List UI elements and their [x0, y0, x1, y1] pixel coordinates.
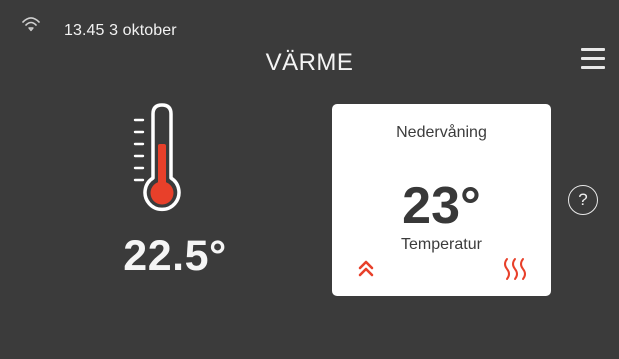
current-temperature-value: 22.5°: [123, 232, 227, 280]
hamburger-menu-icon[interactable]: [577, 46, 609, 72]
wifi-icon: [22, 17, 40, 32]
thermometer-icon: [133, 103, 181, 212]
heating-screen: 13.45 3 oktober VÄRME 22.5° Nedervåning …: [0, 0, 619, 359]
zone-name: Nedervåning: [396, 124, 487, 141]
zone-temperature-card[interactable]: Nedervåning 23° Temperatur: [332, 104, 551, 296]
page-title: VÄRME: [265, 49, 354, 76]
zone-temperature-label: Temperatur: [401, 236, 482, 253]
double-chevron-up-icon: [358, 260, 374, 277]
status-datetime: 13.45 3 oktober: [64, 22, 177, 39]
heating-icon: [504, 258, 526, 280]
zone-setpoint-value: 23°: [402, 177, 481, 235]
help-icon[interactable]: ?: [568, 185, 598, 215]
